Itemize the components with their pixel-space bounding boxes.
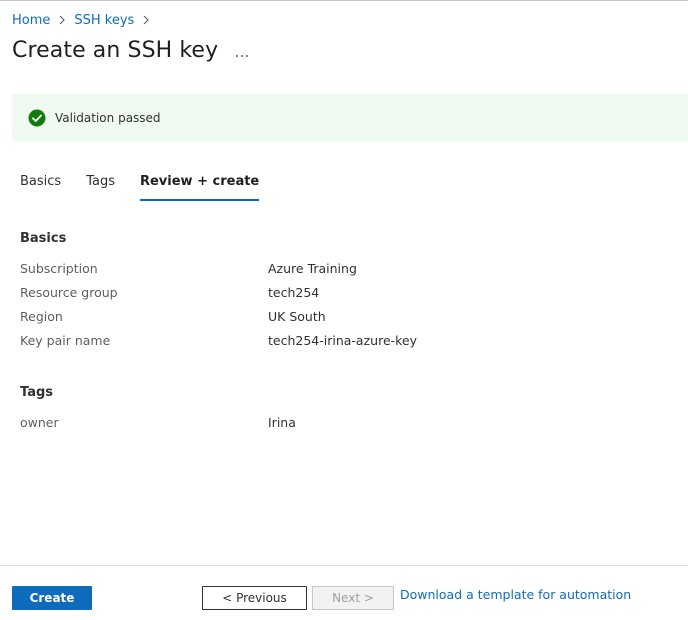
breadcrumb-home-link[interactable]: Home — [12, 13, 50, 28]
row-label: Subscription — [20, 261, 98, 276]
tab-tags[interactable]: Tags — [86, 172, 115, 200]
chevron-right-icon — [58, 15, 66, 25]
summary-row: Key pair name tech254-irina-azure-key — [20, 333, 620, 353]
tab-basics[interactable]: Basics — [20, 172, 61, 200]
row-label: Region — [20, 309, 63, 324]
breadcrumb: Home SSH keys — [12, 10, 158, 30]
row-value: tech254 — [268, 285, 320, 300]
checkmark-circle-icon — [28, 109, 46, 127]
ellipsis-icon — [235, 43, 249, 62]
validation-message: Validation passed — [55, 111, 161, 125]
row-value: UK South — [268, 309, 326, 324]
breadcrumb-ssh-keys-link[interactable]: SSH keys — [74, 13, 134, 28]
more-options-button[interactable] — [232, 40, 252, 64]
previous-button[interactable]: < Previous — [202, 586, 307, 610]
row-value: tech254-irina-azure-key — [268, 333, 418, 348]
row-label: owner — [20, 415, 59, 430]
tab-review-create[interactable]: Review + create — [139, 172, 260, 201]
page-title: Create an SSH key — [12, 38, 219, 63]
row-label: Resource group — [20, 285, 118, 300]
summary-row: Resource group tech254 — [20, 285, 620, 305]
row-value: Irina — [268, 415, 296, 430]
top-border — [0, 0, 688, 1]
chevron-right-icon — [142, 15, 150, 25]
validation-banner: Validation passed — [12, 94, 688, 142]
create-button[interactable]: Create — [12, 586, 92, 610]
footer-divider — [0, 565, 688, 566]
basics-section-title: Basics — [20, 231, 67, 246]
next-button[interactable]: Next > — [312, 586, 394, 610]
summary-row: Subscription Azure Training — [20, 261, 620, 281]
tags-section-title: Tags — [20, 385, 54, 400]
download-template-link[interactable]: Download a template for automation — [400, 587, 631, 602]
summary-row: Region UK South — [20, 309, 620, 329]
row-value: Azure Training — [268, 261, 357, 276]
tab-strip: Basics Tags Review + create — [20, 172, 284, 201]
summary-row: owner Irina — [20, 415, 620, 435]
row-label: Key pair name — [20, 333, 111, 348]
